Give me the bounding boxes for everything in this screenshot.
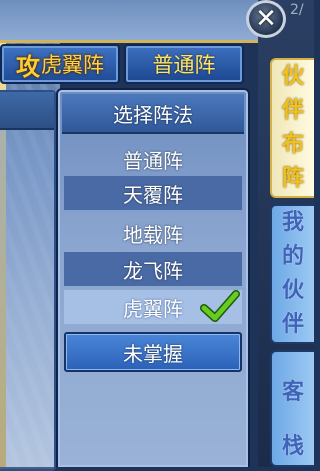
formation-option-locked[interactable]: 未掌握 <box>64 332 242 372</box>
side-tab-inn[interactable]: 客 栈 <box>270 350 314 467</box>
page-counter: 2/ <box>290 2 304 18</box>
top-banner <box>0 0 258 43</box>
formation-grid-panel <box>0 90 56 471</box>
side-tab-char: 阵 <box>281 166 304 191</box>
formation-option[interactable]: 龙飞阵 <box>64 252 242 286</box>
close-icon: ✕ <box>255 4 277 34</box>
formation-option[interactable]: 地载阵 <box>64 216 242 250</box>
side-tab-char: 布 <box>281 132 304 157</box>
formation-tab-normal-label: 普通阵 <box>152 53 216 77</box>
formation-grid-header <box>0 92 54 130</box>
side-tab-char: 我 <box>281 210 304 235</box>
formation-select-dropdown: 选择阵法 普通阵 天覆阵 地载阵 龙飞阵 虎翼阵 未掌握 <box>56 88 250 467</box>
formation-option-label: 地载阵 <box>123 222 183 247</box>
side-tab-partner-formation[interactable]: 伙 伴 布 阵 <box>270 58 314 198</box>
formation-tab-active[interactable]: 攻 虎翼阵 <box>0 44 120 84</box>
side-tab-char: 伙 <box>281 64 304 89</box>
side-tab-char: 伴 <box>281 98 304 123</box>
side-tab-char: 的 <box>281 244 304 269</box>
formation-option-label: 龙飞阵 <box>123 258 183 283</box>
close-button[interactable]: ✕ <box>246 0 286 38</box>
side-tab-char: 客 <box>281 380 304 405</box>
formation-tab-active-label: 虎翼阵 <box>41 53 104 77</box>
dropdown-title: 选择阵法 <box>62 94 244 134</box>
formation-option-label: 未掌握 <box>123 341 183 366</box>
formation-option-label: 普通阵 <box>123 148 183 173</box>
formation-option[interactable]: 普通阵 <box>64 142 242 176</box>
side-tab-char: 栈 <box>281 434 304 459</box>
side-tab-char: 伙 <box>281 278 304 303</box>
side-tab-my-partners[interactable]: 我 的 伙 伴 <box>270 204 314 344</box>
formation-option-selected[interactable]: 虎翼阵 <box>64 290 242 324</box>
checkmark-icon <box>200 290 240 322</box>
formation-option-label: 虎翼阵 <box>123 296 183 321</box>
formation-tab-normal[interactable]: 普通阵 <box>124 44 244 84</box>
formation-option[interactable]: 天覆阵 <box>64 176 242 210</box>
side-tab-char: 伴 <box>281 312 304 337</box>
formation-option-label: 天覆阵 <box>123 182 183 207</box>
attack-marker: 攻 <box>16 52 40 81</box>
